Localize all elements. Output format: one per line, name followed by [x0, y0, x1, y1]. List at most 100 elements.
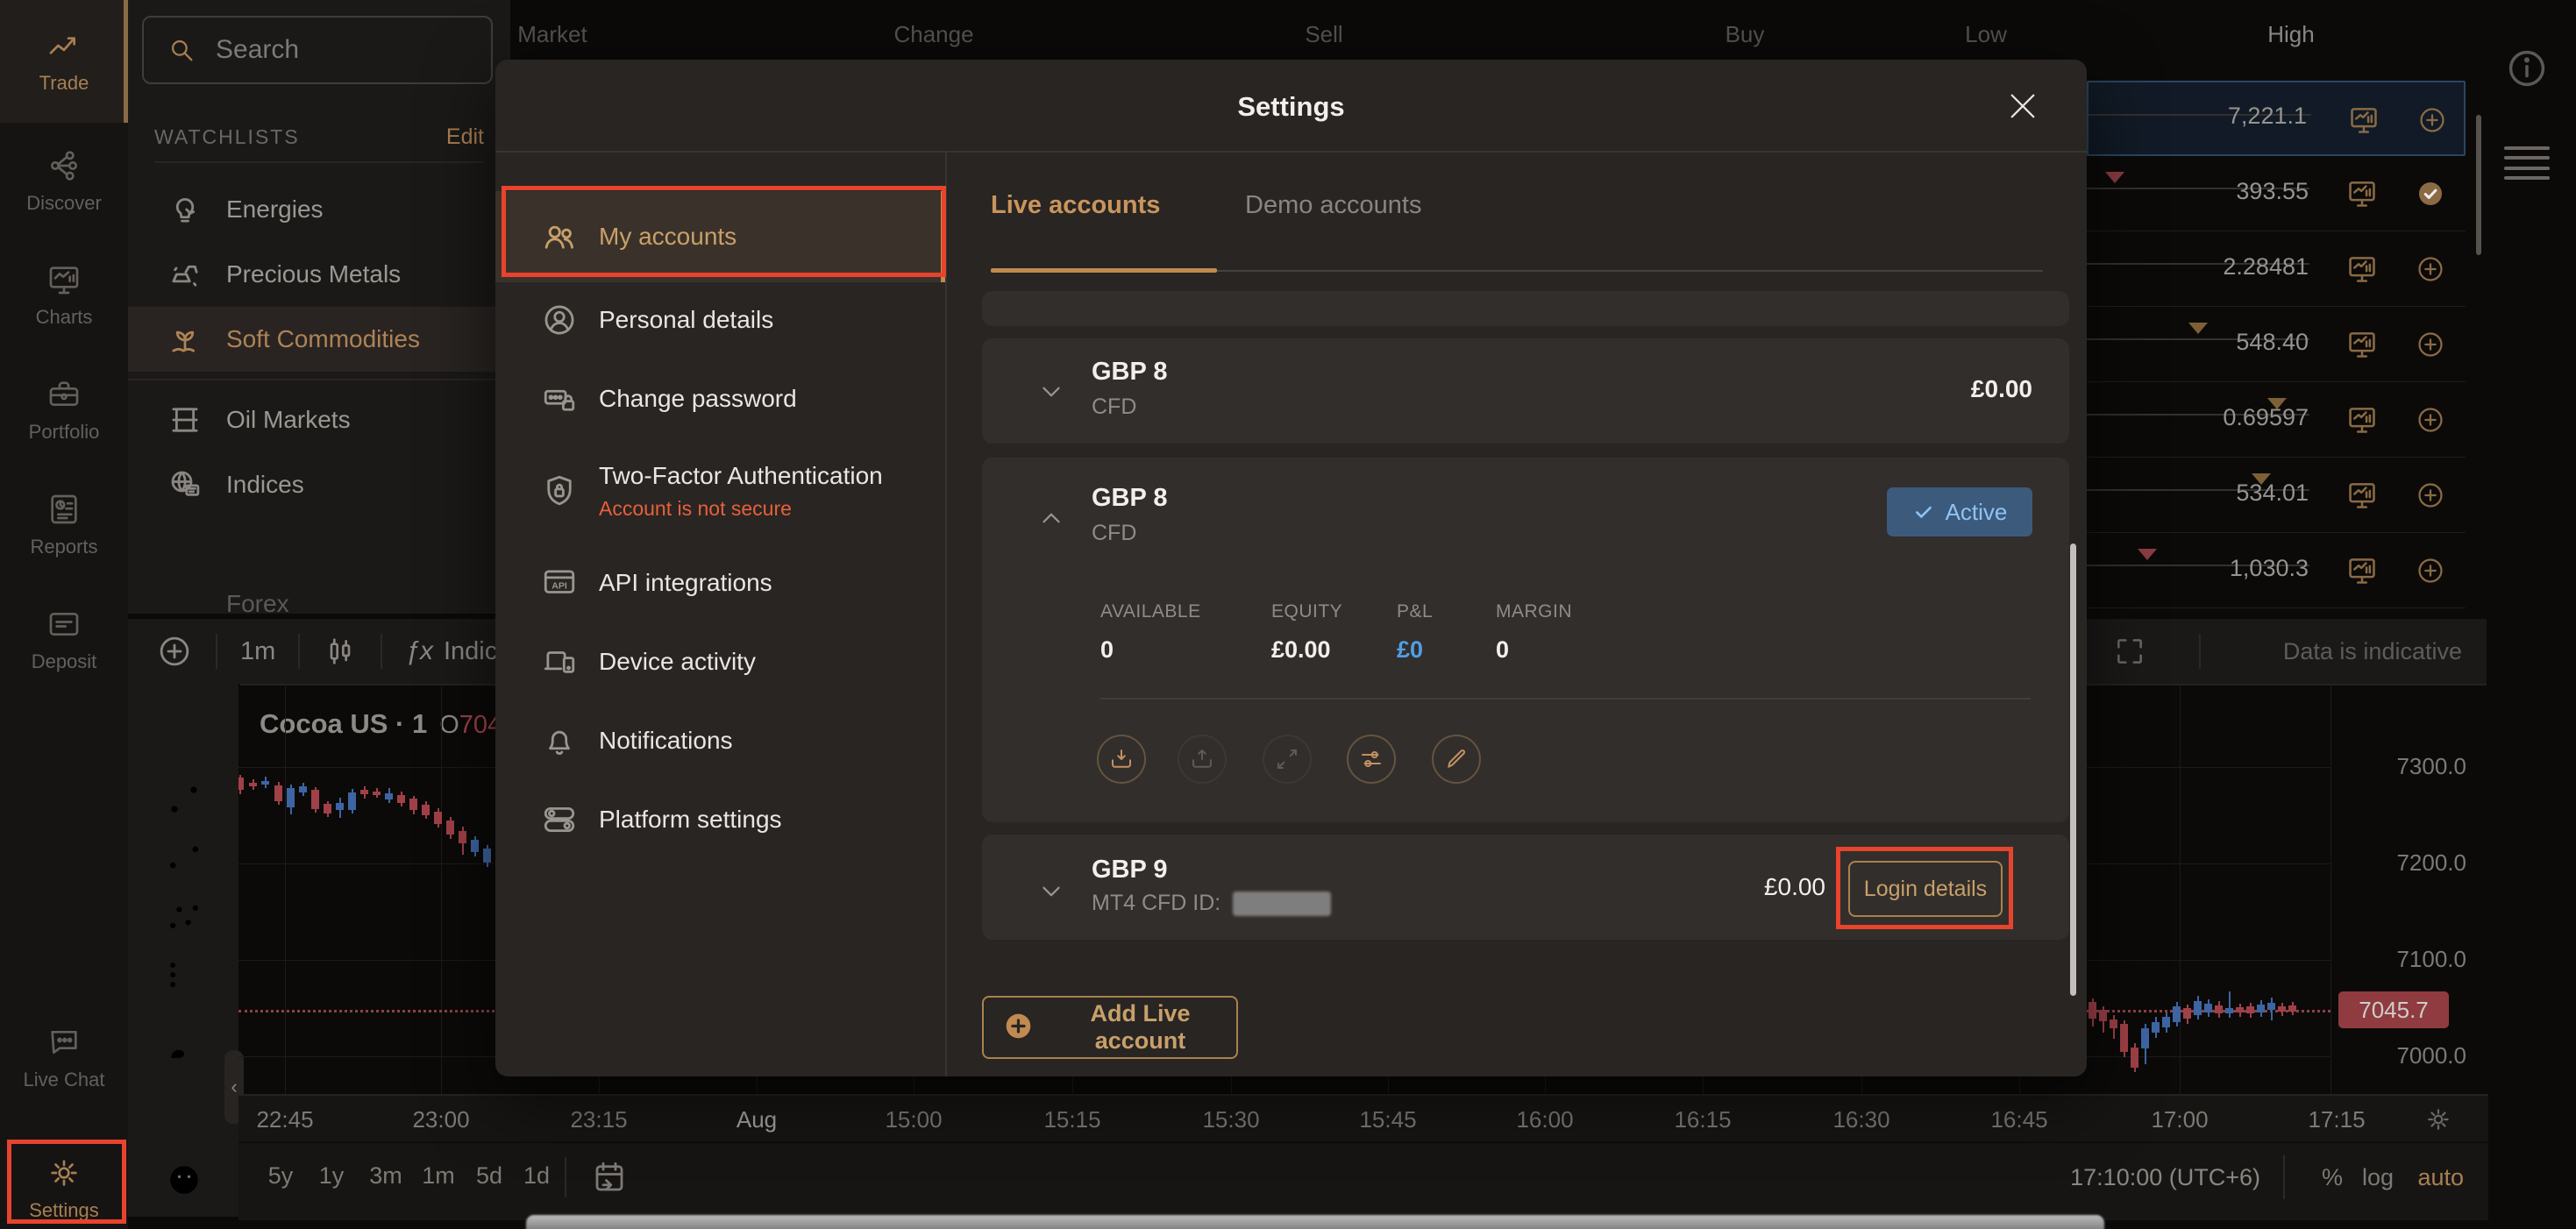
tab-demo-accounts[interactable]: Demo accounts [1245, 191, 1422, 220]
market-row[interactable]: 7,221.1 [2087, 81, 2466, 156]
crosshair-tool-icon[interactable] [165, 721, 203, 760]
range-button-1d[interactable]: 1d [523, 1162, 550, 1190]
account-card-gbp8-collapsed[interactable]: GBP 8 CFD £0.00 [982, 338, 2069, 444]
account-card-gbp9[interactable]: GBP 9 MT4 CFD ID: £0.00 Login details [982, 835, 2069, 940]
watchlist-item-soft-commodities[interactable]: Soft Commodities [128, 307, 510, 372]
scale-%-button[interactable]: % [2322, 1164, 2343, 1191]
open-chart-icon[interactable] [2345, 403, 2379, 437]
nav-item-two-factor[interactable]: Two-Factor AuthenticationAccount is not … [495, 440, 945, 542]
add-to-watchlist-icon[interactable] [2416, 556, 2445, 586]
open-chart-icon[interactable] [2345, 177, 2379, 210]
scale-auto-button[interactable]: auto [2417, 1164, 2464, 1191]
timeframe-button[interactable]: 1m [240, 637, 275, 666]
add-live-account-button[interactable]: Add Live account [982, 996, 1238, 1059]
calendar-go-to-date-icon[interactable] [591, 1159, 628, 1196]
clock-label[interactable]: 17:10:00 (UTC+6) [2070, 1164, 2260, 1191]
market-row[interactable]: 534.01 [2087, 458, 2466, 533]
range-button-1m[interactable]: 1m [422, 1162, 455, 1190]
price-axis[interactable]: 7300.07200.07100.07000.07045.7 [2330, 684, 2489, 1094]
sidebar-item-portfolio[interactable]: Portfolio [0, 359, 128, 462]
open-chart-icon[interactable] [2347, 103, 2380, 137]
open-chart-icon[interactable] [2345, 328, 2379, 361]
open-chart-icon[interactable] [2345, 479, 2379, 512]
add-to-watchlist-icon[interactable] [2416, 330, 2445, 359]
smiley-tool-icon[interactable] [165, 1161, 203, 1199]
market-row[interactable]: 0.69597 [2087, 382, 2466, 458]
market-row[interactable]: 393.55 [2087, 156, 2466, 231]
sidebar-item-live-chat[interactable]: Live Chat [0, 1006, 128, 1110]
text-tool-tool-icon[interactable] [165, 1096, 203, 1134]
sidebar-item-trade[interactable]: Trade [0, 0, 128, 123]
nav-item-device-activity[interactable]: Device activity [495, 624, 945, 700]
scale-log-button[interactable]: log [2362, 1164, 2394, 1191]
indicators-button[interactable]: Indic [444, 637, 497, 666]
pattern-tool-icon[interactable] [165, 897, 203, 935]
chevron-down-icon[interactable] [1036, 377, 1066, 407]
brush-tool-icon[interactable] [165, 1028, 203, 1067]
chevron-down-icon[interactable] [1036, 877, 1066, 906]
nav-item-notifications[interactable]: Notifications [495, 703, 945, 778]
nav-item-platform-settings[interactable]: Platform settings [495, 782, 945, 857]
sidebar-item-discover[interactable]: Discover [0, 130, 128, 233]
open-chart-icon[interactable] [2345, 252, 2379, 286]
range-button-5y[interactable]: 5y [268, 1162, 294, 1190]
layout-menu-icon[interactable] [2504, 143, 2550, 183]
watchlist-item-indices[interactable]: Indices [128, 452, 510, 517]
toolbar-divider [381, 634, 382, 669]
info-icon[interactable] [2504, 46, 2550, 91]
time-axis[interactable]: 22:4523:0023:15Aug15:0015:1515:3015:4516… [238, 1094, 2488, 1143]
candle-body [2110, 1019, 2117, 1028]
modal-scrollbar[interactable] [2070, 543, 2076, 996]
added-check-icon[interactable] [2416, 179, 2445, 209]
toolbar-divider [216, 634, 217, 669]
column-header-change[interactable]: Change [893, 21, 973, 48]
column-header-sell[interactable]: Sell [1305, 21, 1342, 48]
fx-icon[interactable]: ƒx [405, 636, 433, 666]
close-icon[interactable] [2004, 88, 2041, 124]
column-header-low[interactable]: Low [1965, 21, 2007, 48]
deposit-button[interactable] [1097, 735, 1146, 784]
search-field[interactable] [142, 16, 493, 84]
add-chart-icon[interactable] [156, 633, 193, 670]
open-chart-icon[interactable] [2345, 554, 2379, 587]
account-settings-button[interactable] [1347, 735, 1396, 784]
market-row[interactable]: 2.28481 [2087, 231, 2466, 307]
forecast-tool-icon[interactable] [165, 955, 203, 994]
column-header-buy[interactable]: Buy [1726, 21, 1765, 48]
candle-style-icon[interactable] [323, 634, 358, 669]
nav-item-api-integrations[interactable]: APIAPI integrations [495, 545, 945, 621]
range-button-5d[interactable]: 5d [476, 1162, 502, 1190]
nav-item-personal-details[interactable]: Personal details [495, 282, 945, 358]
column-header-high[interactable]: High [2267, 21, 2314, 48]
add-to-watchlist-icon[interactable] [2416, 480, 2445, 510]
watchlist-item-energies[interactable]: Energies [128, 177, 510, 242]
add-to-watchlist-icon[interactable] [2416, 405, 2445, 435]
tab-live-accounts[interactable]: Live accounts [991, 191, 1160, 220]
range-button-3m[interactable]: 3m [369, 1162, 402, 1190]
channels-tool-icon[interactable] [165, 838, 203, 877]
range-button-1y[interactable]: 1y [319, 1162, 345, 1190]
watchlists-edit-button[interactable]: Edit [446, 124, 484, 150]
chevron-up-icon[interactable] [1036, 503, 1066, 533]
transfer-button[interactable] [1263, 735, 1312, 784]
sidebar-item-deposit[interactable]: Deposit [0, 588, 128, 692]
sidebar-item-charts[interactable]: Charts [0, 244, 128, 347]
edit-button[interactable] [1432, 735, 1481, 784]
watchlist-item-precious-metals[interactable]: Precious Metals [128, 242, 510, 307]
market-row[interactable]: 1,030.3 [2087, 533, 2466, 608]
withdraw-button[interactable] [1178, 735, 1227, 784]
trend-line-tool-icon[interactable] [165, 780, 203, 819]
nav-item-change-password[interactable]: Change password [495, 361, 945, 437]
market-row[interactable]: 548.40 [2087, 307, 2466, 382]
column-header-market[interactable]: Market [517, 21, 587, 48]
add-to-watchlist-icon[interactable] [2417, 105, 2447, 135]
account-card-gbp8-expanded[interactable]: GBP 8 CFD Active AVAILABLE0EQUITY£0.00P&… [982, 458, 2069, 822]
search-input[interactable] [214, 34, 463, 66]
table-scrollbar[interactable] [2476, 115, 2481, 255]
watchlist-item-forex[interactable]: Forex [128, 572, 510, 614]
add-to-watchlist-icon[interactable] [2416, 254, 2445, 284]
fullscreen-icon[interactable] [2113, 635, 2146, 668]
watchlist-item-oil-markets[interactable]: Oil Markets [128, 387, 510, 452]
sidebar-item-reports[interactable]: Reports [0, 473, 128, 577]
axis-settings-gear-icon[interactable] [2423, 1105, 2453, 1134]
